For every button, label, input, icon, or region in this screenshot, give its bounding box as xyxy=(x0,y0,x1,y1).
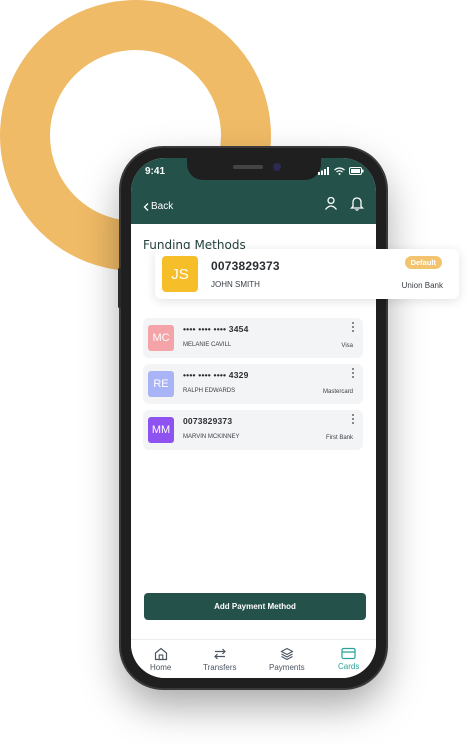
method-holder: MELANIE CAVILL xyxy=(183,342,232,348)
bottom-nav: Home Transfers Payments Cards xyxy=(131,639,376,678)
method-avatar: RE xyxy=(148,371,174,397)
profile-icon[interactable] xyxy=(324,196,338,210)
method-holder: RALPH EDWARDS xyxy=(183,388,236,394)
transfer-icon xyxy=(213,648,226,660)
app-header: 9:41 Back xyxy=(131,158,376,224)
header-actions xyxy=(324,196,364,211)
default-payment-method-card[interactable]: JS 0073829373 JOHN SMITH Union Bank Defa… xyxy=(155,249,459,299)
method-number: •••• •••• •••• 4329 xyxy=(183,370,249,380)
chevron-left-icon xyxy=(143,202,149,211)
payment-method-card[interactable]: MC •••• •••• •••• 3454 MELANIE CAVILL Vi… xyxy=(143,318,363,358)
card-icon xyxy=(341,647,356,660)
method-bank: Union Bank xyxy=(401,281,443,290)
layers-icon xyxy=(280,647,294,661)
method-bank: First Bank xyxy=(325,435,353,441)
method-avatar: MM xyxy=(148,417,174,443)
default-badge: Default xyxy=(404,256,442,269)
payment-method-card[interactable]: MM 0073829373 MARVIN MCKINNEY First Bank xyxy=(143,410,363,450)
add-payment-method-button[interactable]: Add Payment Method xyxy=(144,593,366,620)
method-avatar: MC xyxy=(148,325,174,351)
back-label: Back xyxy=(151,201,174,212)
camera-icon xyxy=(273,163,281,171)
battery-icon xyxy=(349,167,364,175)
payment-method-card[interactable]: RE •••• •••• •••• 4329 RALPH EDWARDS Mas… xyxy=(143,364,363,404)
method-holder: MARVIN MCKINNEY xyxy=(183,434,240,440)
nav-label-cards: Cards xyxy=(338,662,360,671)
nav-item-payments[interactable]: Payments xyxy=(269,647,305,672)
nav-label-home: Home xyxy=(150,663,172,672)
more-options-icon[interactable] xyxy=(351,368,355,378)
method-number: 0073829373 xyxy=(211,259,280,273)
nav-item-transfers[interactable]: Transfers xyxy=(203,647,237,672)
phone-frame: 9:41 Back Funding Methods MC •••• •••• •… xyxy=(118,148,386,688)
speaker-grille xyxy=(233,165,263,169)
back-button[interactable]: Back xyxy=(143,201,173,212)
nav-label-payments: Payments xyxy=(269,663,305,672)
phone-screen: 9:41 Back Funding Methods MC •••• •••• •… xyxy=(131,158,376,678)
method-number: 0073829373 xyxy=(183,416,233,426)
method-holder: JOHN SMITH xyxy=(211,280,260,289)
nav-item-cards[interactable]: Cards xyxy=(338,647,359,671)
phone-notch xyxy=(187,158,321,180)
bell-icon[interactable] xyxy=(350,196,364,211)
more-options-icon[interactable] xyxy=(351,322,355,332)
status-icons xyxy=(318,167,364,175)
wifi-icon xyxy=(334,167,345,175)
signal-icon xyxy=(318,167,329,175)
method-avatar: JS xyxy=(162,256,198,292)
nav-label-transfers: Transfers xyxy=(203,663,237,672)
home-icon xyxy=(154,647,167,661)
method-bank: Mastercard xyxy=(322,389,353,395)
method-bank: Visa xyxy=(341,343,353,349)
status-time: 9:41 xyxy=(145,166,166,177)
more-options-icon[interactable] xyxy=(351,414,355,424)
method-number: •••• •••• •••• 3454 xyxy=(183,324,249,334)
nav-item-home[interactable]: Home xyxy=(150,647,171,672)
